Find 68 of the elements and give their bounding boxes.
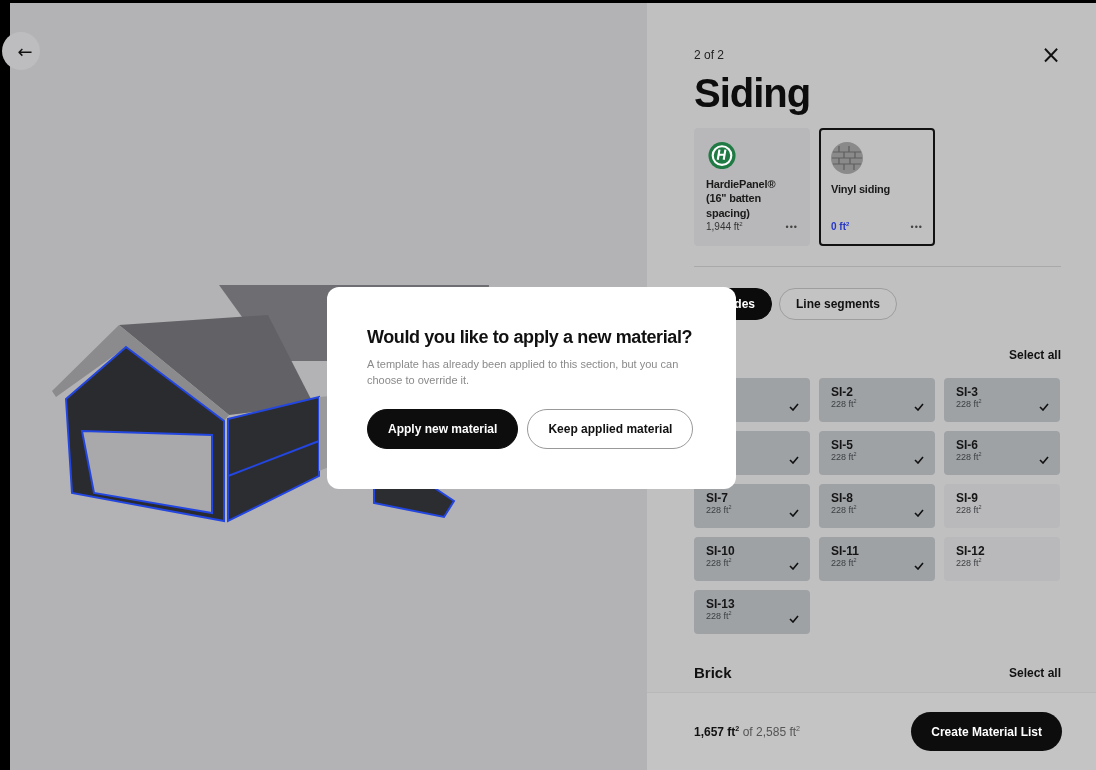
segment-area: 228 ft$^{2}$ [831,505,857,515]
dialog-message: A template has already been applied to this section, but you can choose to override it. [367,357,680,389]
more-button[interactable]: ••• [910,222,923,232]
segment-tile[interactable]: SI-9 228 ft$^{2}$ [944,484,1060,528]
material-name: Vinyl siding [831,182,892,197]
segment-name: SI-11 [831,544,861,558]
checkmark-icon [914,509,924,517]
segment-tile[interactable]: SI-13 228 ft$^{2}$ [694,590,810,634]
checkmark-icon [914,403,924,411]
segment-area: 228 ft$^{2}$ [706,558,732,568]
dialog-title: Would you like to apply a new material? [367,326,694,349]
create-material-list-button[interactable]: Create Material List [911,712,1062,751]
section-title: Brick [694,664,732,681]
checkmark-icon [914,456,924,464]
segment-tile[interactable]: SI-3 228 ft$^{2}$ [944,378,1060,422]
segment-tile[interactable]: SI-7 228 ft$^{2}$ [694,484,810,528]
segment-name: SI-8 [831,491,854,505]
segment-tile[interactable]: SI-2 228 ft$^{2}$ [819,378,935,422]
tab[interactable]: Line segments [779,288,898,320]
segment-area: 228 ft$^{2}$ [956,505,982,515]
segment-area: 228 ft$^{2}$ [956,558,982,568]
material-name: HardiePanel® (16" batten spacing) [706,177,777,220]
more-button[interactable]: ••• [785,222,798,232]
material-area: 0 ft$^{2}$ [831,220,850,234]
segment-name: SI-9 [956,491,979,505]
segment-tile[interactable]: SI-11 228 ft$^{2}$ [819,537,935,581]
close-button[interactable]: × [1040,43,1061,67]
checkmark-icon [789,562,799,570]
segment-name: SI-13 [706,597,736,611]
segment-area: 228 ft$^{2}$ [706,505,732,515]
back-button[interactable]: ← [2,32,40,70]
brand-logo-icon [706,142,738,170]
material-area: 1,944 ft$^{2}$ [706,220,743,234]
segment-name: SI-6 [956,438,979,452]
checkmark-icon [789,509,799,517]
segment-area: 228 ft$^{2}$ [831,452,857,462]
checkmark-icon [1039,403,1049,411]
segment-name: SI-5 [831,438,854,452]
select-all-link[interactable]: Select all [1008,665,1061,680]
segment-area: 228 ft$^{2}$ [706,611,732,621]
checkmark-icon [789,403,799,411]
material-card[interactable]: HardiePanel® (16" batten spacing) 1,944 ft$^{2}$ ••• [694,128,810,246]
segment-name: SI-2 [831,385,854,399]
segment-tile[interactable]: SI-10 228 ft$^{2}$ [694,537,810,581]
segment-name: SI-7 [706,491,729,505]
dialog-button[interactable]: Apply new material [367,409,519,450]
panel-title: Siding [694,71,812,116]
checkmark-icon [789,615,799,623]
checkmark-icon [789,456,799,464]
segment-area: 228 ft$^{2}$ [831,558,857,568]
segment-tile[interactable]: SI-8 228 ft$^{2}$ [819,484,935,528]
checkmark-icon [1039,456,1049,464]
segment-name: SI-3 [956,385,979,399]
segment-tile[interactable]: SI-12 228 ft$^{2}$ [944,537,1060,581]
segment-name: SI-12 [956,544,986,558]
segment-tile[interactable]: SI-6 228 ft$^{2}$ [944,431,1060,475]
segment-area: 228 ft$^{2}$ [956,452,982,462]
segment-tile[interactable]: SI-5 228 ft$^{2}$ [819,431,935,475]
segment-name: SI-10 [706,544,736,558]
select-all-link[interactable]: Select all [1008,348,1061,362]
checkmark-icon [914,562,924,570]
segment-area: 228 ft$^{2}$ [831,399,857,409]
area-summary: 1,657 ft$^{2}$ of 2,585 ft$^{2}$ [694,724,801,739]
segment-area: 228 ft$^{2}$ [956,399,982,409]
siding-texture-icon [831,142,863,174]
material-card[interactable]: Vinyl siding 0 ft$^{2}$ ••• [819,128,935,246]
step-counter: 2 of 2 [694,48,725,62]
dialog-button[interactable]: Keep applied material [527,409,694,450]
